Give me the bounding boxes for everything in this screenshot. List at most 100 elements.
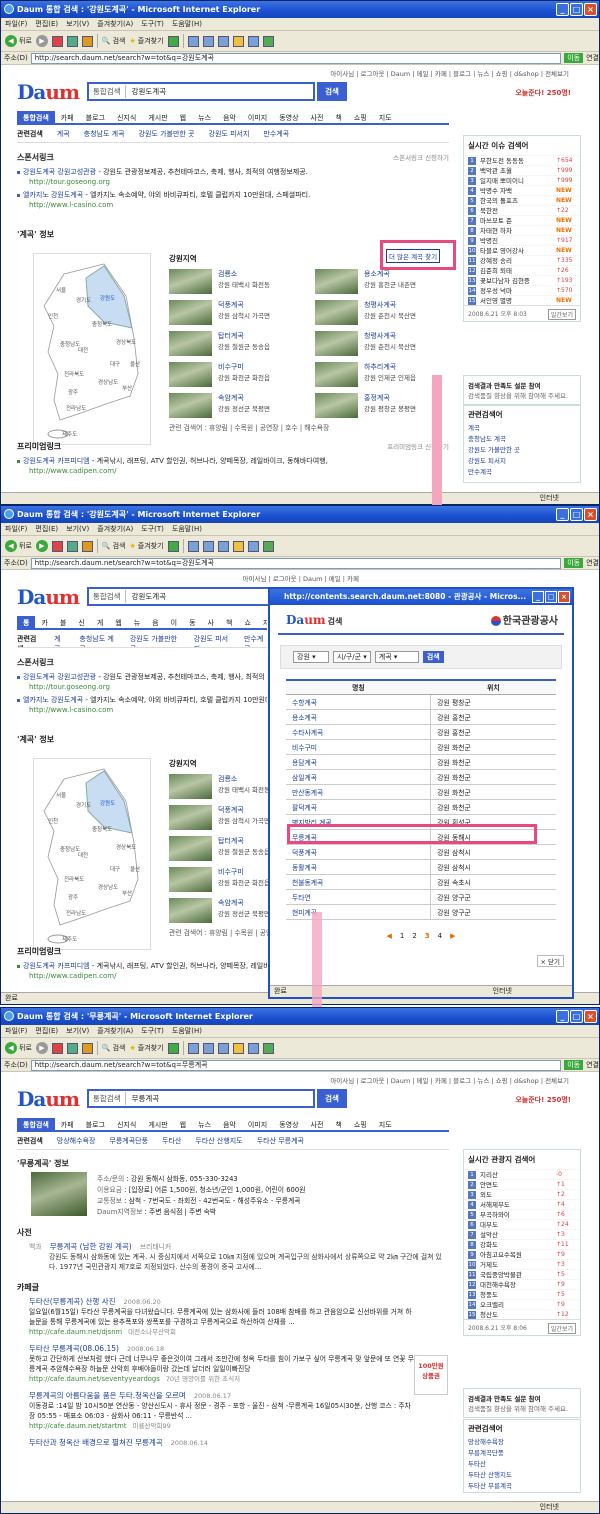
table-row[interactable]: 천불동계곡 강원 속초시 [286, 874, 556, 890]
tab-item[interactable]: 신지식 [72, 616, 90, 628]
messenger-icon[interactable] [262, 540, 274, 552]
rank-keyword[interactable]: 아침고요수목원 [480, 1250, 556, 1259]
title-bar[interactable]: Daum 통합 검색 : '강원도계곡' - Microsoft Interne… [1, 506, 599, 523]
tab-item[interactable]: 게시판 [91, 616, 109, 628]
tab-item[interactable]: 쇼핑 [348, 1118, 373, 1130]
mail-icon[interactable] [187, 35, 199, 47]
stop-icon[interactable] [51, 35, 63, 47]
sponsor-ad-title[interactable]: 강원도계곡 강원고성관광 [23, 673, 96, 681]
ranking-item[interactable]: 1 지리산 -0 [464, 1169, 580, 1179]
valley-name-cell[interactable]: 수항계곡 [286, 694, 431, 710]
edit-icon[interactable] [217, 1042, 229, 1054]
related-link[interactable]: 만수계곡 [244, 634, 267, 647]
rank-keyword[interactable]: 타블로 영어강사 [480, 246, 556, 255]
region-select[interactable]: 강원 ▾ [293, 651, 329, 663]
tab-item[interactable]: 동영상 [273, 111, 304, 123]
search-scope-select[interactable]: 통합검색 [89, 85, 126, 98]
map-label[interactable]: 전라북도 [64, 875, 84, 883]
map-label[interactable]: 광주 [68, 389, 78, 396]
back-button[interactable]: ◀ 뒤로 [5, 35, 32, 47]
go-button[interactable]: 이동 [564, 53, 584, 63]
valley-spot[interactable]: 탑터계곡 강원 철원군 동송읍 [169, 331, 270, 356]
related-link[interactable]: 두타산 산행지도 [195, 1136, 242, 1149]
next-page-icon[interactable]: ▶ [450, 932, 455, 940]
valley-name[interactable]: 하추리계곡 [364, 362, 416, 372]
tab-item[interactable]: 음악 [217, 111, 242, 123]
related-link[interactable]: 두타산 무릉계곡 [257, 1136, 304, 1149]
valley-name-cell[interactable]: 비수구미 [286, 739, 431, 755]
table-row[interactable]: 용담계곡 강원 화천군 [286, 754, 556, 770]
tool-icon[interactable] [247, 1042, 259, 1054]
print-icon[interactable] [202, 1042, 214, 1054]
related-link[interactable]: 충청남도 계곡 [84, 129, 125, 142]
tab-item[interactable]: 음악 [217, 1118, 242, 1130]
ranking-item[interactable]: 7 마쓰모토 준 NEW [464, 215, 580, 225]
survey-box[interactable]: 검색결과 만족도 설문 참여 검색품질 향상을 위해 참여해 주세요. [463, 1388, 581, 1418]
map-label[interactable]: 울산 [130, 360, 140, 368]
valley-name-cell[interactable]: 덕풍계곡 [286, 844, 431, 860]
page-2[interactable]: 2 [412, 932, 416, 940]
cafe-url[interactable]: http://cafe.daum.net/startmt [29, 1422, 127, 1430]
search-button[interactable]: 🔍 검색 [102, 541, 126, 551]
cafe-post-title[interactable]: 두타산(무릉계곡) 산행 사진 [29, 1297, 116, 1306]
ranking-item[interactable]: 9 박명진 ↑917 [464, 235, 580, 245]
menu-edit[interactable]: 편집(E) [35, 523, 58, 535]
valley-thumbnail[interactable] [315, 393, 358, 418]
tab-item[interactable]: 블로그 [80, 1118, 111, 1130]
valley-thumbnail[interactable] [169, 331, 212, 356]
prev-page-icon[interactable]: ◀ [386, 932, 391, 940]
related-link[interactable]: 만수계곡 [263, 129, 289, 142]
map-label[interactable]: 강원도 [100, 799, 115, 807]
tab-item[interactable]: 지도 [373, 111, 398, 123]
ranking-item[interactable]: 10 거제도 ↑3 [464, 1259, 580, 1269]
tab-item[interactable]: 동영상 [183, 616, 201, 628]
ranking-item[interactable]: 3 외도 ↑2 [464, 1189, 580, 1199]
menu-tools[interactable]: 도구(T) [141, 1025, 164, 1037]
promo-banner[interactable]: 오늘준다! 250명! [515, 1095, 571, 1105]
valley-name[interactable]: 속암계곡 [218, 393, 270, 403]
valley-thumbnail[interactable] [315, 269, 358, 294]
table-row[interactable]: 용소계곡 강원 홍천군 [286, 709, 556, 725]
minimize-button[interactable]: _ [556, 3, 569, 16]
valley-spot[interactable]: 덕풍계곡 강원 삼척시 가곡면 [169, 805, 270, 830]
valley-name-cell[interactable]: 두타연 [286, 889, 431, 905]
sponsor-ad-url[interactable]: http://www.l-casino.com [29, 201, 113, 209]
tab-item[interactable]: 카페 [35, 616, 53, 628]
related-keyword-link[interactable]: 만수계곡 [468, 467, 576, 478]
top-links[interactable]: 아이사님 | 로그아웃 | Daum | 메일 | 카페 | 블로그 | 뉴스 … [330, 1075, 569, 1085]
ranking-item[interactable]: 4 서해제부도 ↑4 [464, 1199, 580, 1209]
daily-view-button[interactable]: 일간보기 [547, 309, 576, 320]
map-label[interactable]: 전라남도 [66, 909, 86, 917]
premium-ad[interactable]: 강원도계곡 카프피디엠 - 계곡낚시, 래프팅, ATV 할인권, 허브나라, … [17, 456, 449, 466]
tab-item[interactable]: 쇼핑 [348, 111, 373, 123]
tab-item[interactable]: 이미지 [242, 111, 273, 123]
url-field[interactable]: http://search.daum.net/search?w=tot&q=강원… [30, 52, 562, 64]
close-button[interactable]: × [584, 3, 597, 16]
edit-icon[interactable] [217, 540, 229, 552]
map-label[interactable]: 경상남도 [98, 883, 118, 891]
sponsor-ad-title[interactable]: 엘카지노 강원도계곡 [23, 696, 83, 704]
tab-item[interactable]: 게시판 [142, 111, 173, 123]
forward-icon[interactable]: ▶ [35, 1042, 48, 1054]
history-icon[interactable] [167, 35, 179, 47]
tab-item[interactable]: 책 [329, 111, 347, 123]
map-label[interactable]: 인천 [48, 312, 58, 320]
ranking-item[interactable]: 12 대천해수욕장 ↑9 [464, 1279, 580, 1289]
daum-logo[interactable]: Daum [17, 80, 80, 104]
valley-thumbnail[interactable] [169, 867, 212, 892]
tab-item[interactable]: 카페 [55, 1118, 80, 1130]
rank-keyword[interactable]: 오크밸리 [480, 1300, 556, 1309]
gift-card-ad[interactable]: 100만원 상품권 [414, 1355, 448, 1395]
menu-view[interactable]: 보기(V) [66, 523, 89, 535]
valley-name-cell[interactable]: 만산동계곡 [286, 784, 431, 800]
search-input[interactable]: 강원도계곡 [126, 591, 167, 602]
valley-name[interactable]: 탑터계곡 [218, 836, 270, 846]
map-label[interactable]: 제주도 [62, 430, 77, 438]
map-label[interactable]: 충청북도 [92, 320, 112, 328]
sponsor-ad[interactable]: 엘카지노 강원도계곡 - 엘카지노 속소예약, 야외 바비큐파티, 호텔 클럽카… [17, 695, 267, 705]
valley-name-cell[interactable]: 동활계곡 [286, 859, 431, 875]
ranking-item[interactable]: 11 강혜정 송리 ↑335 [464, 255, 580, 265]
table-row[interactable]: 수타사계곡 강원 홍천군 [286, 724, 556, 740]
rank-keyword[interactable]: 꽃보다남자 김현중 [480, 276, 556, 285]
valley-spot[interactable]: 홍정계곡 강원 평창군 봉평면 [315, 393, 416, 418]
